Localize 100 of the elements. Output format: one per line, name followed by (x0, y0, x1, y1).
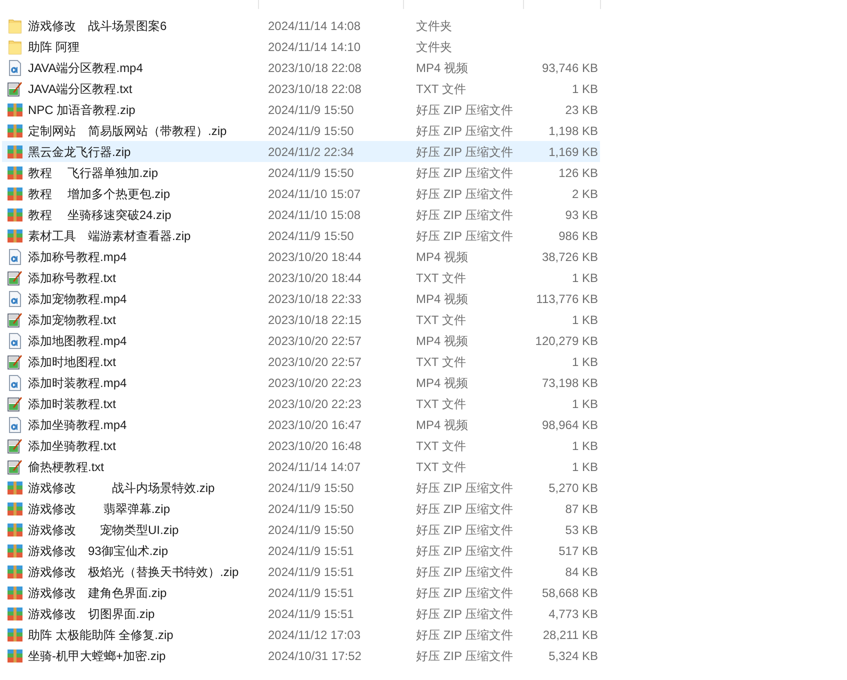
date-modified: 2024/11/10 15:07 (268, 186, 361, 200)
file-type: TXT 文件 (416, 460, 466, 474)
archive-icon (7, 186, 23, 200)
file-size: 1 KB (572, 354, 598, 368)
file-size: 84 KB (565, 564, 598, 578)
file-type: 好压 ZIP 压缩文件 (416, 208, 514, 222)
file-size: 986 KB (558, 228, 598, 242)
file-size: 5,270 KB (548, 480, 598, 494)
file-size: 53 KB (565, 522, 598, 536)
file-name: 助阵 太极能助阵 全修复.zip (28, 626, 174, 644)
file-size: 120,279 KB (535, 334, 598, 348)
file-size: 1,198 KB (548, 124, 598, 138)
date-modified: 2024/11/9 15:51 (268, 564, 354, 578)
file-type: TXT 文件 (416, 82, 466, 96)
file-row[interactable]: 黑云金龙飞行器.zip 2024/11/2 22:34 好压 ZIP 压缩文件 1,169 KB (2, 141, 600, 162)
archive-icon (7, 564, 23, 578)
archive-icon (7, 586, 23, 600)
file-name: 添加称号教程.txt (28, 270, 116, 286)
file-name: 教程 飞行器单独加.zip (28, 164, 158, 182)
file-type: TXT 文件 (416, 438, 466, 452)
file-type: 好压 ZIP 压缩文件 (416, 522, 514, 536)
archive-icon (7, 606, 23, 620)
date-modified: 2024/11/9 15:50 (268, 480, 354, 494)
date-modified: 2023/10/20 22:57 (268, 334, 362, 348)
file-name: 黑云金龙飞行器.zip (28, 144, 131, 160)
file-size: 28,211 KB (542, 628, 598, 642)
file-size: 1 KB (572, 396, 598, 410)
date-modified: 2024/11/14 14:10 (268, 40, 361, 54)
archive-icon (7, 144, 23, 158)
archive-icon (7, 166, 23, 180)
date-modified: 2024/11/9 15:50 (268, 502, 354, 516)
file-name: JAVA端分区教程.txt (28, 80, 132, 98)
file-size: 1 KB (572, 312, 598, 326)
date-modified: 2023/10/20 22:57 (268, 354, 362, 368)
file-size: 1 KB (572, 438, 598, 452)
notepad-icon (7, 312, 23, 328)
archive-icon (7, 522, 23, 536)
file-name: 添加时装教程.mp4 (28, 374, 127, 392)
date-modified: 2023/10/20 16:47 (268, 418, 362, 432)
file-name: 游戏修改 战斗场景图案6 (28, 18, 167, 34)
notepad-icon (7, 80, 23, 96)
file-name: 游戏修改 宠物类型UI.zip (28, 522, 179, 538)
folder-icon (8, 18, 22, 34)
date-modified: 2024/11/12 17:03 (268, 628, 361, 642)
notepad-icon (7, 458, 23, 474)
date-modified: 2024/10/31 17:52 (268, 648, 362, 662)
file-type: TXT 文件 (416, 270, 466, 284)
video-file-icon (8, 332, 22, 348)
file-size: 23 KB (565, 102, 598, 116)
video-file-icon (8, 60, 22, 76)
date-modified: 2023/10/18 22:33 (268, 292, 362, 306)
file-size: 1 KB (572, 82, 598, 96)
video-file-icon (8, 416, 22, 432)
file-size: 87 KB (565, 502, 598, 516)
notepad-icon (7, 270, 23, 286)
file-name: 添加地图教程.mp4 (28, 332, 127, 350)
date-modified: 2023/10/20 18:44 (268, 270, 362, 284)
file-type: 好压 ZIP 压缩文件 (416, 186, 514, 200)
file-name: 添加时装教程.txt (28, 396, 116, 412)
file-name: 添加宠物教程.mp4 (28, 290, 127, 308)
archive-icon (7, 208, 23, 222)
video-file-icon (8, 374, 22, 390)
file-name: 游戏修改 93御宝仙术.zip (28, 542, 168, 560)
archive-icon (7, 628, 23, 642)
file-name: 游戏修改 切图界面.zip (28, 606, 155, 622)
file-type: 好压 ZIP 压缩文件 (416, 586, 514, 600)
file-name: 偷热梗教程.txt (28, 458, 104, 476)
file-name: 助阵 阿狸 (28, 38, 80, 56)
file-name: 添加称号教程.mp4 (28, 248, 127, 266)
file-size: 98,964 KB (542, 418, 598, 432)
file-name: 游戏修改 战斗内场景特效.zip (28, 480, 215, 496)
date-modified: 2024/11/10 15:08 (268, 208, 361, 222)
file-name: 游戏修改 极焰光（替换天书特效）.zip (28, 564, 239, 580)
file-name: 教程 坐骑移速突破24.zip (28, 206, 172, 224)
date-modified: 2023/10/20 22:23 (268, 396, 362, 410)
date-modified: 2024/11/9 15:50 (268, 124, 354, 138)
date-modified: 2024/11/2 22:34 (268, 144, 354, 158)
date-modified: 2023/10/18 22:08 (268, 60, 362, 74)
file-type: 好压 ZIP 压缩文件 (416, 102, 514, 116)
date-modified: 2024/11/9 15:50 (268, 522, 354, 536)
date-modified: 2024/11/9 15:50 (268, 228, 354, 242)
date-modified: 2023/10/18 22:15 (268, 312, 362, 326)
file-size: 38,726 KB (542, 250, 598, 264)
file-size: 93,746 KB (542, 60, 598, 74)
file-type: TXT 文件 (416, 354, 466, 368)
file-size: 517 KB (558, 544, 598, 558)
folder-icon (8, 38, 22, 54)
file-type: MP4 视频 (416, 376, 468, 390)
file-type: MP4 视频 (416, 334, 468, 348)
archive-icon (7, 124, 23, 138)
notepad-icon (7, 396, 23, 412)
date-modified: 2024/11/9 15:51 (268, 544, 354, 558)
file-name: 添加宠物教程.txt (28, 312, 116, 328)
file-type: 好压 ZIP 压缩文件 (416, 480, 514, 494)
file-size: 1 KB (572, 270, 598, 284)
file-type: 文件夹 (416, 40, 452, 54)
file-type: MP4 视频 (416, 418, 468, 432)
file-name: 素材工具 端游素材查看器.zip (28, 228, 191, 244)
file-type: TXT 文件 (416, 312, 466, 326)
date-modified: 2024/11/9 15:50 (268, 166, 354, 180)
